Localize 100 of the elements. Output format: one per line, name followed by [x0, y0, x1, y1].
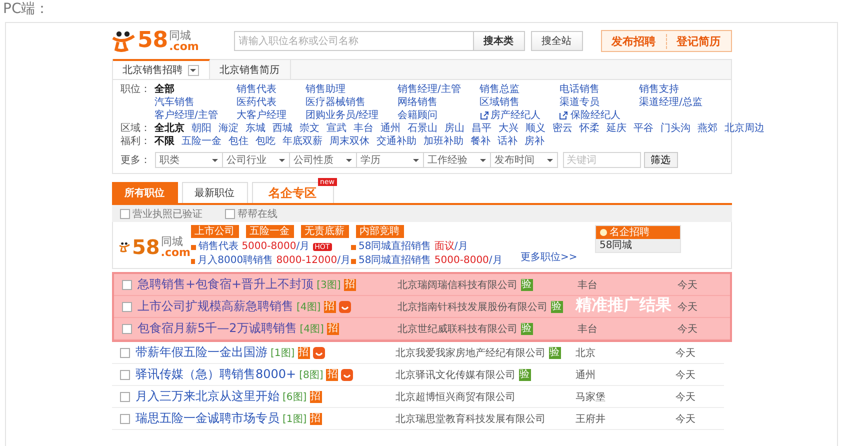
region-link[interactable]: 平谷 — [634, 122, 654, 135]
region-link[interactable]: 怀柔 — [580, 122, 600, 135]
position-link[interactable]: 网络销售 — [398, 96, 461, 109]
filter-dropdown[interactable]: 发布时间 — [490, 152, 558, 168]
region-link[interactable]: 石景山 — [408, 122, 438, 135]
chat-icon[interactable] — [312, 346, 325, 358]
welfare-link[interactable]: 餐补 — [470, 135, 490, 148]
bullet-icon — [190, 258, 195, 264]
job-title-link[interactable]: 驿讯传媒（急）聘销售8000+ — [136, 366, 296, 383]
position-link[interactable]: 销售支持 — [639, 83, 702, 96]
region-link[interactable]: 大兴 — [498, 122, 518, 135]
welfare-link[interactable]: 加班补助 — [424, 135, 464, 148]
job-link[interactable]: 月入8000聘销售 8000-12000/月 — [198, 255, 350, 267]
filter-dropdown[interactable]: 工作经验 — [422, 152, 490, 168]
more-jobs-link[interactable]: 更多职位>> — [520, 250, 578, 264]
position-link[interactable]: 销售总监 — [480, 83, 541, 96]
position-link[interactable]: 渠道经理/总监 — [639, 96, 702, 109]
search-button[interactable]: 搜本类 — [474, 31, 524, 51]
position-link[interactable]: 电话销售 — [559, 83, 620, 96]
region-link[interactable]: 东城 — [246, 122, 266, 135]
job-title-link[interactable]: 月入三万来北京从这里开始 — [136, 388, 280, 405]
region-link[interactable]: 燕郊 — [698, 122, 718, 135]
job-title-link[interactable]: 上市公司扩规模高薪急聘销售 — [138, 298, 294, 315]
position-link[interactable]: 保险经纪人 — [559, 109, 620, 122]
welfare-link[interactable]: 包吃 — [256, 135, 276, 148]
job-link[interactable]: 58同城直招销售 5000-8000/月 — [358, 255, 502, 267]
search-button[interactable]: 搜全站 — [530, 31, 582, 51]
job-link[interactable]: 58同城直招销售 面议/月 — [358, 241, 468, 253]
chat-icon[interactable] — [341, 368, 354, 380]
job-title-link[interactable]: 瑞思五险一金诚聘市场专员 — [136, 410, 280, 427]
region-link[interactable]: 全北京 — [154, 122, 184, 135]
region-link[interactable]: 门头沟 — [660, 122, 690, 135]
filter-dropdown[interactable]: 职类 — [154, 152, 222, 168]
recruit-badge: 招 — [324, 300, 336, 312]
checkbox[interactable] — [224, 208, 234, 218]
checkbox[interactable] — [120, 208, 130, 218]
region-link[interactable]: 通州 — [380, 122, 400, 135]
welfare-link[interactable]: 包住 — [228, 135, 248, 148]
welfare-link[interactable]: 五险一金 — [182, 135, 222, 148]
welfare-link[interactable]: 不限 — [154, 135, 174, 148]
job-link[interactable]: 销售代表 5000-8000/月 — [198, 241, 310, 253]
position-link[interactable]: 全部 — [154, 83, 218, 96]
position-link[interactable]: 客户经理/主管 — [154, 109, 218, 122]
region-link[interactable]: 朝阳 — [192, 122, 212, 135]
photo-count: [3图] — [316, 278, 341, 292]
region-link[interactable]: 顺义 — [526, 122, 546, 135]
welfare-link[interactable]: 周末双休 — [330, 135, 370, 148]
checkbox[interactable] — [120, 414, 130, 424]
region-link[interactable]: 崇文 — [300, 122, 320, 135]
position-link[interactable]: 大客户经理 — [236, 109, 287, 122]
position-link[interactable]: 销售代表 — [236, 83, 287, 96]
position-link[interactable]: 销售经理/主管 — [398, 83, 461, 96]
checkbox[interactable] — [122, 324, 132, 334]
position-link[interactable]: 医疗器械销售 — [305, 96, 379, 109]
filter-button[interactable]: 筛选 — [644, 152, 678, 168]
job-title-link[interactable]: 带薪年假五险一金出国游 — [136, 344, 268, 361]
logo-name: 同城 — [169, 30, 192, 41]
company-link[interactable]: 58同城 — [596, 239, 680, 252]
position-link[interactable]: 汽车销售 — [154, 96, 218, 109]
region-link[interactable]: 丰台 — [354, 122, 374, 135]
welfare-link[interactable]: 房补 — [524, 135, 544, 148]
filter-dropdown[interactable]: 公司行业 — [222, 152, 290, 168]
job-title-link[interactable]: 急聘销售+包食宿+晋升上不封顶 — [138, 276, 314, 293]
checkbox[interactable] — [120, 348, 130, 358]
checkbox[interactable] — [122, 302, 132, 312]
position-link[interactable]: 团购业务员/经理 — [305, 109, 379, 122]
region-link[interactable]: 海淀 — [218, 122, 238, 135]
location-text: 北京 — [576, 348, 596, 358]
job-title-link[interactable]: 包食宿月薪5千—2万诚聘销售 — [138, 320, 297, 337]
position-link[interactable]: 医药代表 — [236, 96, 287, 109]
checkbox[interactable] — [122, 280, 132, 290]
chat-icon[interactable] — [338, 300, 351, 312]
welfare-link[interactable]: 年底双薪 — [282, 135, 322, 148]
keyword-field[interactable]: 关键词 — [562, 152, 640, 168]
region-link[interactable]: 昌平 — [472, 122, 492, 135]
result-tab[interactable]: 最新职位 — [182, 182, 248, 203]
region-link[interactable]: 北京周边 — [724, 122, 764, 135]
city-tab[interactable]: 北京销售简历 — [210, 60, 290, 79]
benefit-tag: 五险一金 — [246, 225, 294, 238]
welfare-link[interactable]: 交通补助 — [376, 135, 416, 148]
checkbox[interactable] — [120, 370, 130, 380]
city-tab[interactable]: 北京销售招聘 — [112, 59, 210, 79]
dropdown-icon[interactable] — [188, 64, 198, 76]
search-field[interactable]: 请输入职位名称或公司名称 — [234, 31, 474, 51]
filter-dropdown[interactable]: 学历 — [356, 152, 424, 168]
welfare-link[interactable]: 话补 — [498, 135, 518, 148]
position-link[interactable]: 房产经纪人 — [480, 109, 541, 122]
position-link[interactable]: 渠道专员 — [559, 96, 620, 109]
position-link[interactable]: 区域销售 — [480, 96, 541, 109]
position-link[interactable]: 销售助理 — [305, 83, 379, 96]
photo-count: [1图] — [282, 412, 307, 426]
checkbox[interactable] — [120, 392, 130, 402]
region-link[interactable]: 延庆 — [606, 122, 626, 135]
region-link[interactable]: 密云 — [552, 122, 572, 135]
region-link[interactable]: 西城 — [272, 122, 292, 135]
filter-dropdown[interactable]: 公司性质 — [288, 152, 356, 168]
position-link[interactable]: 会籍顾问 — [398, 109, 461, 122]
region-link[interactable]: 房山 — [444, 122, 464, 135]
photo-count: [8图] — [299, 368, 324, 382]
region-link[interactable]: 宣武 — [326, 122, 346, 135]
